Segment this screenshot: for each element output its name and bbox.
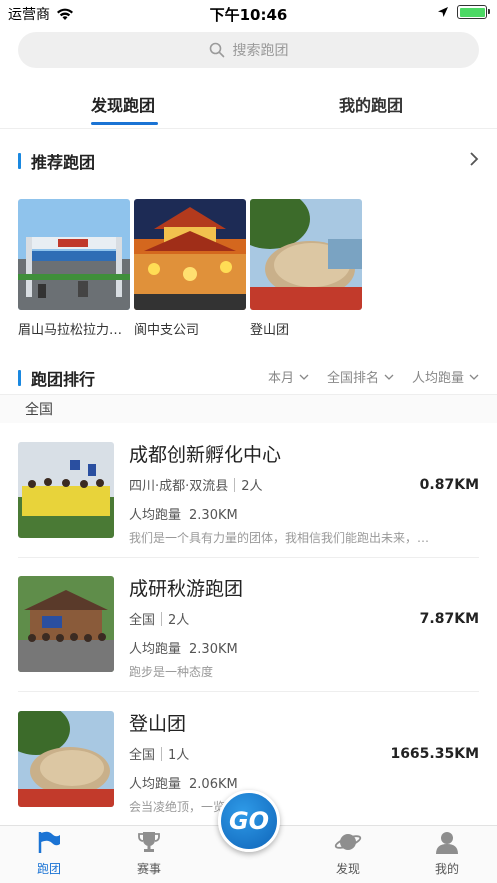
nav-events[interactable]: 赛事 — [119, 830, 179, 877]
avg-label: 人均跑量 — [129, 508, 182, 523]
planet-icon — [334, 834, 362, 850]
chevron-right-icon[interactable] — [469, 152, 479, 166]
club-photo-pavilion — [134, 199, 246, 310]
nav-label: 发现 — [335, 862, 360, 876]
flag-icon — [38, 831, 60, 853]
club-name: 登山团 — [129, 713, 187, 735]
club-location: 全国 — [129, 613, 156, 628]
search-input[interactable]: 搜索跑团 — [18, 32, 479, 68]
avg-label: 人均跑量 — [129, 777, 182, 792]
club-average: 人均跑量 2.06KM — [129, 773, 238, 792]
ranking-title: 跑团排行 — [31, 370, 96, 389]
recommended-name: 眉山马拉松拉力赛跑团 — [18, 323, 130, 338]
club-meta: 全国 1人 — [129, 744, 189, 763]
filter-label: 人均跑量 — [411, 371, 464, 386]
battery-icon — [457, 5, 490, 19]
list-item[interactable]: 成都创新孵化中心 四川·成都·双流县 2人 0.87KM 人均跑量 2.30KM … — [18, 421, 479, 555]
recommended-card[interactable]: 阆中支公司 — [134, 199, 246, 338]
ranking-filters: 本月 全国排名 人均跑量 — [268, 367, 479, 386]
status-right — [437, 5, 490, 19]
club-photo — [18, 711, 114, 807]
club-members: 2人 — [168, 613, 190, 628]
filter-metric[interactable]: 人均跑量 — [412, 367, 479, 386]
filter-scope[interactable]: 全国排名 — [327, 367, 394, 386]
club-name: 成都创新孵化中心 — [129, 444, 282, 466]
avg-value: 2.30KM — [189, 508, 238, 523]
nav-label: 我的 — [434, 862, 459, 876]
club-meta: 四川·成都·双流县 2人 — [129, 475, 263, 494]
status-time: 下午10:46 — [209, 6, 288, 24]
filter-period[interactable]: 本月 — [268, 367, 309, 386]
chevron-down-icon — [299, 374, 309, 380]
club-photo — [18, 576, 114, 672]
trophy-icon — [138, 832, 160, 852]
divider — [0, 128, 497, 129]
club-photo — [18, 442, 114, 538]
club-location: 四川·成都·双流县 — [129, 479, 229, 494]
filter-label: 全国排名 — [326, 371, 379, 386]
region-label: 全国 — [25, 402, 53, 418]
avg-value: 2.30KM — [189, 642, 238, 657]
section-marker — [18, 370, 21, 386]
tab-discover[interactable]: 发现跑团 — [91, 92, 155, 116]
search-placeholder: 搜索跑团 — [232, 43, 289, 59]
status-bar: 运营商 下午10:46 — [0, 0, 497, 26]
recommended-header: 推荐跑团 — [18, 149, 95, 173]
recommended-title: 推荐跑团 — [31, 153, 96, 172]
person-icon — [436, 832, 458, 854]
club-description: 跑步是一种态度 — [129, 665, 214, 679]
avg-value: 2.06KM — [189, 777, 238, 792]
nav-label: 跑团 — [36, 862, 61, 876]
go-button[interactable]: GO — [218, 790, 280, 852]
club-distance: 7.87KM — [419, 611, 479, 627]
active-tab-indicator — [91, 122, 158, 125]
nav-label: 赛事 — [136, 862, 161, 876]
region-bar — [0, 394, 497, 423]
chevron-down-icon — [469, 374, 479, 380]
club-distance: 1665.35KM — [390, 746, 479, 762]
recommended-card[interactable]: 眉山马拉松拉力赛跑团 — [18, 199, 130, 338]
nav-profile[interactable]: 我的 — [417, 830, 477, 877]
recommended-name: 阆中支公司 — [134, 323, 200, 338]
club-location: 全国 — [129, 748, 156, 763]
divider — [0, 394, 497, 395]
club-name: 成研秋游跑团 — [129, 578, 244, 600]
club-distance: 0.87KM — [419, 477, 479, 493]
search-icon — [209, 42, 224, 58]
location-arrow-icon — [438, 7, 448, 17]
club-photo-marathon — [18, 199, 130, 310]
club-description: 我们是一个具有力量的团体，我相信我们能跑出未来，… — [129, 531, 430, 545]
club-average: 人均跑量 2.30KM — [129, 504, 238, 523]
ranking-header: 跑团排行 — [18, 366, 95, 390]
chevron-down-icon — [384, 374, 394, 380]
club-members: 2人 — [241, 479, 263, 494]
recommended-card[interactable]: 登山团 — [250, 199, 362, 338]
club-description: 会当凌绝顶，一览众山小 — [129, 800, 262, 814]
filter-label: 本月 — [267, 371, 294, 386]
club-average: 人均跑量 2.30KM — [129, 638, 238, 657]
club-members: 1人 — [168, 748, 190, 763]
tab-my-clubs[interactable]: 我的跑团 — [339, 92, 403, 116]
section-marker — [18, 153, 21, 169]
nav-discover[interactable]: 发现 — [318, 830, 378, 877]
club-meta: 全国 2人 — [129, 609, 189, 628]
avg-label: 人均跑量 — [129, 642, 182, 657]
nav-running-club[interactable]: 跑团 — [19, 830, 79, 877]
club-photo-mountain — [250, 199, 362, 310]
list-item[interactable]: 成研秋游跑团 全国 2人 7.87KM 人均跑量 2.30KM 跑步是一种态度 — [18, 555, 479, 689]
recommended-name: 登山团 — [250, 323, 290, 338]
tab-bar: 发现跑团 我的跑团 — [0, 80, 497, 128]
